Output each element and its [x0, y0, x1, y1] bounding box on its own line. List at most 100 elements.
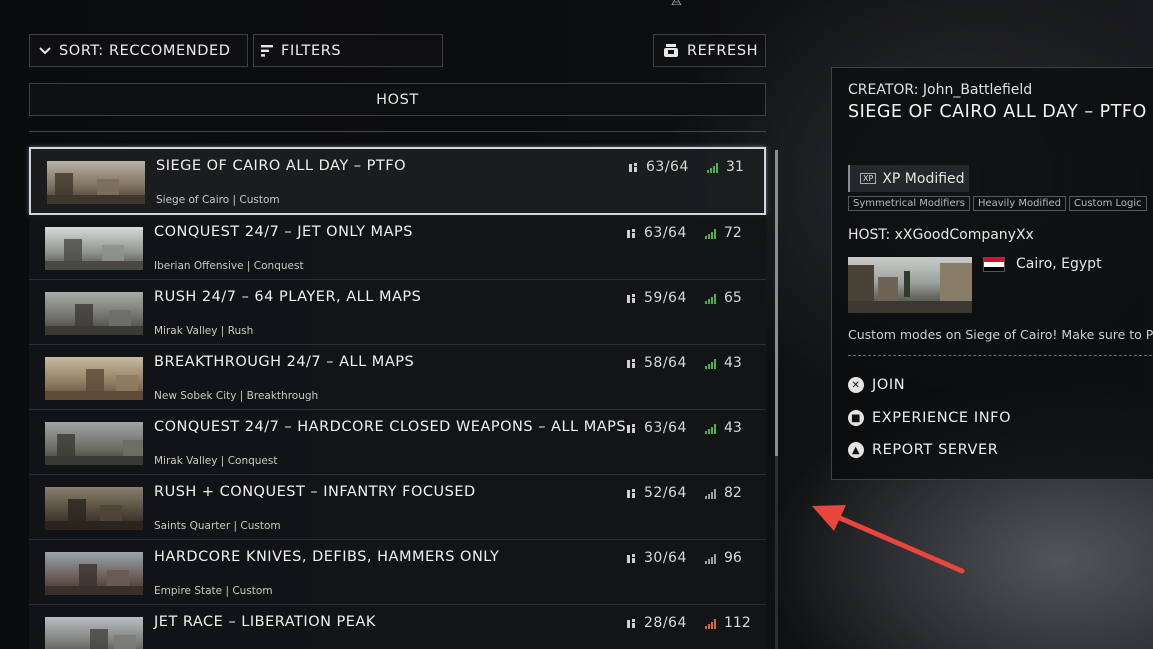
server-row[interactable]: HARDCORE KNIVES, DEFIBS, HAMMERS ONLY Emp… [29, 540, 766, 605]
server-map-mode: Saints Quarter | Custom [154, 520, 281, 532]
map-thumbnail [45, 552, 143, 595]
scrollbar-thumb[interactable] [775, 150, 778, 456]
server-title: CONQUEST 24/7 – JET ONLY MAPS [154, 224, 413, 240]
server-mode: Conquest [227, 455, 278, 467]
server-mode: Custom [239, 194, 280, 206]
refresh-label: REFRESH [687, 42, 759, 59]
ping-value: 72 [724, 225, 742, 241]
ping: 43 [705, 355, 742, 371]
player-count-value: 30/64 [644, 550, 687, 566]
server-title: RUSH 24/7 – 64 PLAYER, ALL MAPS [154, 289, 422, 305]
server-mode: Conquest [253, 260, 304, 272]
square-button-icon: ■ [848, 410, 864, 426]
server-row[interactable]: BREAKTHROUGH 24/7 – ALL MAPS New Sobek Ci… [29, 345, 766, 410]
map-thumbnail [45, 617, 143, 649]
players-icon [629, 162, 637, 172]
map-thumbnail [45, 292, 143, 335]
separator: | [222, 585, 233, 597]
map-thumbnail [848, 257, 972, 313]
players-icon [627, 553, 635, 563]
detail-title: SIEGE OF CAIRO ALL DAY – PTFO [848, 102, 1147, 122]
host-column-header[interactable]: HOST [29, 83, 766, 116]
server-map-mode: Iberian Offensive | Conquest [154, 260, 304, 272]
server-title: BREAKTHROUGH 24/7 – ALL MAPS [154, 354, 415, 370]
server-row[interactable]: RUSH + CONQUEST – INFANTRY FOCUSED Saints… [29, 475, 766, 540]
ping-value: 43 [724, 355, 742, 371]
server-title: JET RACE – LIBERATION PEAK [154, 614, 376, 630]
player-count-value: 63/64 [646, 159, 689, 175]
ping: 112 [705, 615, 751, 631]
server-map: Saints Quarter [154, 520, 231, 532]
sort-label: SORT: RECCOMENDED [59, 42, 231, 59]
tag-heavily-modified: Heavily Modified [972, 196, 1066, 211]
egypt-flag-icon [983, 257, 1005, 272]
signal-icon [705, 423, 716, 434]
tag-custom-logic: Custom Logic [1069, 196, 1147, 211]
report-server-label: REPORT SERVER [872, 442, 999, 458]
server-row[interactable]: CONQUEST 24/7 – HARDCORE CLOSED WEAPONS … [29, 410, 766, 475]
player-count: 63/64 [628, 159, 689, 175]
separator: | [243, 260, 254, 272]
sort-button[interactable]: SORT: RECCOMENDED [29, 34, 248, 67]
server-mode: Custom [240, 520, 281, 532]
player-count-value: 52/64 [644, 485, 687, 501]
top-triangle-icon: ⨺ [671, 0, 682, 8]
experience-info-label: EXPERIENCE INFO [872, 410, 1012, 426]
ping-value: 31 [726, 159, 744, 175]
xp-label: XP Modified [882, 170, 965, 187]
signal-icon [705, 488, 716, 499]
player-count-value: 63/64 [644, 225, 687, 241]
creator-text: CREATOR: John_Battlefield [848, 82, 1033, 98]
player-count: 59/64 [626, 290, 687, 306]
player-count: 30/64 [626, 550, 687, 566]
server-row[interactable]: CONQUEST 24/7 – JET ONLY MAPS Iberian Off… [29, 215, 766, 280]
ping: 82 [705, 485, 742, 501]
divider-dashed [848, 355, 1153, 356]
ping: 72 [705, 225, 742, 241]
server-map-mode: Empire State | Custom [154, 585, 273, 597]
experience-info-action[interactable]: ■ EXPERIENCE INFO [848, 410, 1011, 426]
server-mode: Breakthrough [246, 390, 319, 402]
filters-button[interactable]: FILTERS [253, 34, 443, 67]
ping-value: 43 [724, 420, 742, 436]
player-count-value: 63/64 [644, 420, 687, 436]
map-thumbnail [45, 422, 143, 465]
ping: 96 [705, 550, 742, 566]
map-thumbnail [45, 357, 143, 400]
separator: | [217, 455, 228, 467]
divider [29, 131, 766, 132]
player-count: 58/64 [626, 355, 687, 371]
ping: 43 [705, 420, 742, 436]
server-mode: Custom [232, 585, 273, 597]
player-count: 52/64 [626, 485, 687, 501]
signal-icon [705, 553, 716, 564]
server-map: Siege of Cairo [156, 194, 230, 206]
server-row[interactable]: RUSH 24/7 – 64 PLAYER, ALL MAPS Mirak Val… [29, 280, 766, 345]
host-header-label: HOST [376, 91, 419, 108]
signal-icon [707, 162, 718, 173]
server-map: Iberian Offensive [154, 260, 244, 272]
server-map: Mirak Valley [154, 455, 218, 467]
server-title: RUSH + CONQUEST – INFANTRY FOCUSED [154, 484, 476, 500]
ping-value: 96 [724, 550, 742, 566]
server-map-mode: Mirak Valley | Conquest [154, 455, 277, 467]
xp-icon: XP [860, 173, 877, 184]
join-action[interactable]: ✕ JOIN [848, 377, 905, 393]
player-count-value: 58/64 [644, 355, 687, 371]
signal-icon [705, 228, 716, 239]
map-thumbnail [45, 487, 143, 530]
tag-symmetrical-modifiers: Symmetrical Modifiers [848, 196, 970, 211]
touchpad-icon [662, 43, 680, 59]
player-count: 28/64 [626, 615, 687, 631]
ping-value: 82 [724, 485, 742, 501]
server-row[interactable]: JET RACE – LIBERATION PEAK 28/64 112 [29, 605, 766, 649]
refresh-button[interactable]: REFRESH [653, 34, 766, 67]
report-server-action[interactable]: ▲ REPORT SERVER [848, 442, 998, 458]
separator: | [236, 390, 247, 402]
server-title: HARDCORE KNIVES, DEFIBS, HAMMERS ONLY [154, 549, 500, 565]
ping: 31 [707, 159, 744, 175]
server-row[interactable]: SIEGE OF CAIRO ALL DAY – PTFO Siege of Ca… [29, 147, 766, 215]
server-mode: Rush [227, 325, 254, 337]
players-icon [627, 423, 635, 433]
server-map-mode: Mirak Valley | Rush [154, 325, 253, 337]
